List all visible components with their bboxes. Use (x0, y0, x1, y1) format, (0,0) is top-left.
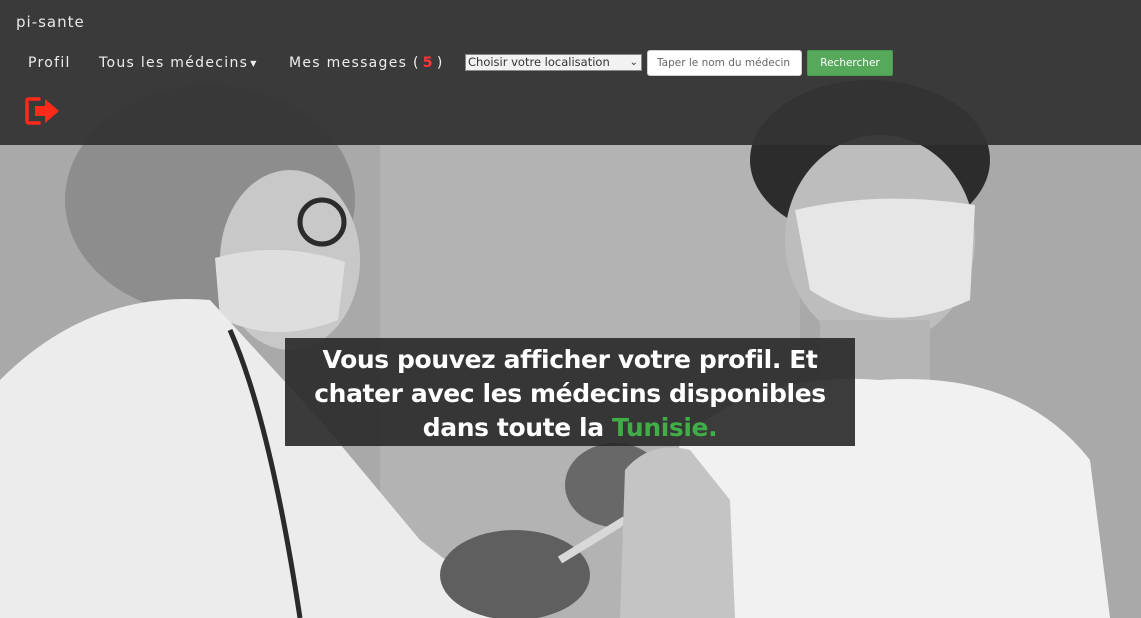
doctor-name-input[interactable]: Taper le nom du médecin (647, 50, 802, 76)
nav-messages-label: Mes messages ( (289, 55, 420, 71)
nav-tous-les-medecins[interactable]: Tous les médecins ▼ (99, 55, 258, 71)
chevron-down-icon: ⌄ (629, 57, 638, 68)
logout-icon[interactable] (25, 95, 61, 127)
hero-caption: Vous pouvez afficher votre profil. Et ch… (285, 338, 855, 446)
location-select[interactable]: Choisir votre localisation ⌄ (465, 54, 642, 71)
nav-profil[interactable]: Profil (28, 55, 71, 71)
nav-messages-close: ) (436, 55, 444, 71)
search-button[interactable]: Rechercher (807, 50, 893, 76)
page: pi-sante Profil Tous les médecins ▼ Mes m… (0, 0, 1141, 618)
messages-count-badge: 5 (422, 55, 434, 71)
top-navbar: pi-sante Profil Tous les médecins ▼ Mes m… (0, 0, 1141, 145)
hero-caption-text: Vous pouvez afficher votre profil. Et ch… (314, 345, 826, 442)
nav-mes-messages[interactable]: Mes messages (5) (289, 55, 444, 71)
nav-tous-les-medecins-label: Tous les médecins (99, 55, 249, 71)
brand-logo[interactable]: pi-sante (16, 13, 85, 31)
hero-caption-highlight: Tunisie. (612, 413, 718, 442)
location-select-value: Choisir votre localisation (468, 55, 610, 69)
caret-down-icon: ▼ (250, 58, 258, 68)
